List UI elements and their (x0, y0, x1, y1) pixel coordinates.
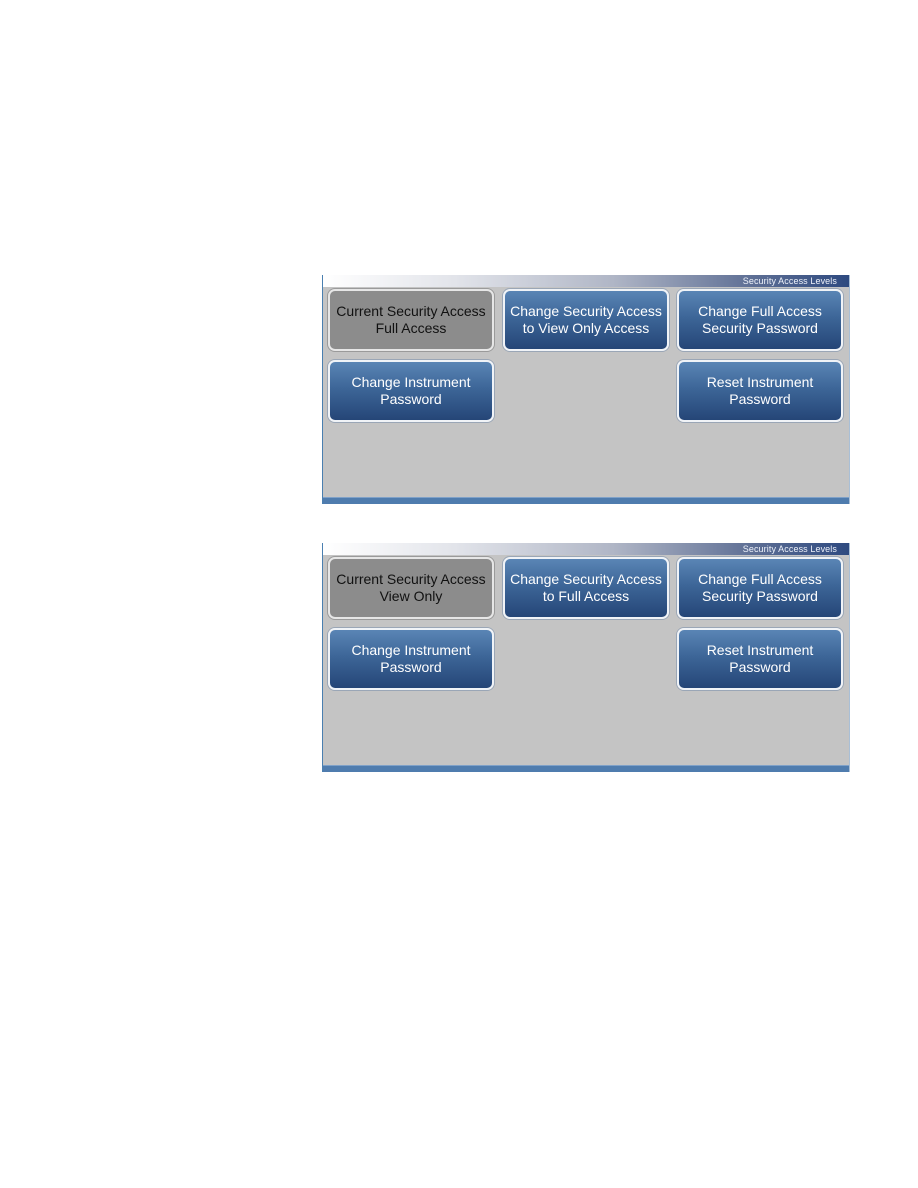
current-security-access-button[interactable]: Current Security Access View Only (328, 557, 494, 619)
title-bar: Security Access Levels (323, 543, 849, 555)
change-security-access-button[interactable]: Change Security Access to View Only Acce… (503, 289, 669, 351)
change-security-access-button[interactable]: Change Security Access to Full Access (503, 557, 669, 619)
button-label-line2: Security Password (702, 320, 818, 336)
button-label-line2: to Full Access (542, 588, 630, 604)
button-label-line1: Reset Instrument (706, 642, 814, 658)
reset-instrument-password-button[interactable]: Reset Instrument Password (677, 628, 843, 690)
bottom-bar (323, 497, 849, 504)
button-label-line2: View Only (379, 588, 443, 604)
button-label-line2: Security Password (702, 588, 818, 604)
current-security-access-button[interactable]: Current Security Access Full Access (328, 289, 494, 351)
bottom-bar (323, 765, 849, 772)
button-label-line1: Change Instrument (351, 642, 471, 658)
button-label-line1: Change Security Access (510, 571, 662, 587)
button-label-line2: to View Only Access (522, 320, 650, 336)
button-label-line1: Change Full Access (698, 303, 822, 319)
button-label-line1: Current Security Access (336, 303, 486, 319)
title-bar: Security Access Levels (323, 275, 849, 287)
security-access-screen-view-only: Security Access Levels Current Security … (322, 543, 850, 772)
change-full-access-password-button[interactable]: Change Full Access Security Password (677, 557, 843, 619)
screen-title: Security Access Levels (742, 544, 837, 554)
button-label-line2: Password (380, 659, 442, 675)
button-label-line2: Password (729, 391, 791, 407)
button-label-line1: Reset Instrument (706, 374, 814, 390)
button-label-line1: Change Security Access (510, 303, 662, 319)
security-access-screen-full: Security Access Levels Current Security … (322, 275, 850, 504)
button-label-line2: Password (729, 659, 791, 675)
change-instrument-password-button[interactable]: Change Instrument Password (328, 360, 494, 422)
button-label-line1: Change Instrument (351, 374, 471, 390)
change-full-access-password-button[interactable]: Change Full Access Security Password (677, 289, 843, 351)
button-label-line1: Current Security Access (336, 571, 486, 587)
screen-title: Security Access Levels (742, 276, 837, 286)
button-label-line2: Password (380, 391, 442, 407)
button-label-line1: Change Full Access (698, 571, 822, 587)
change-instrument-password-button[interactable]: Change Instrument Password (328, 628, 494, 690)
button-label-line2: Full Access (375, 320, 447, 336)
reset-instrument-password-button[interactable]: Reset Instrument Password (677, 360, 843, 422)
